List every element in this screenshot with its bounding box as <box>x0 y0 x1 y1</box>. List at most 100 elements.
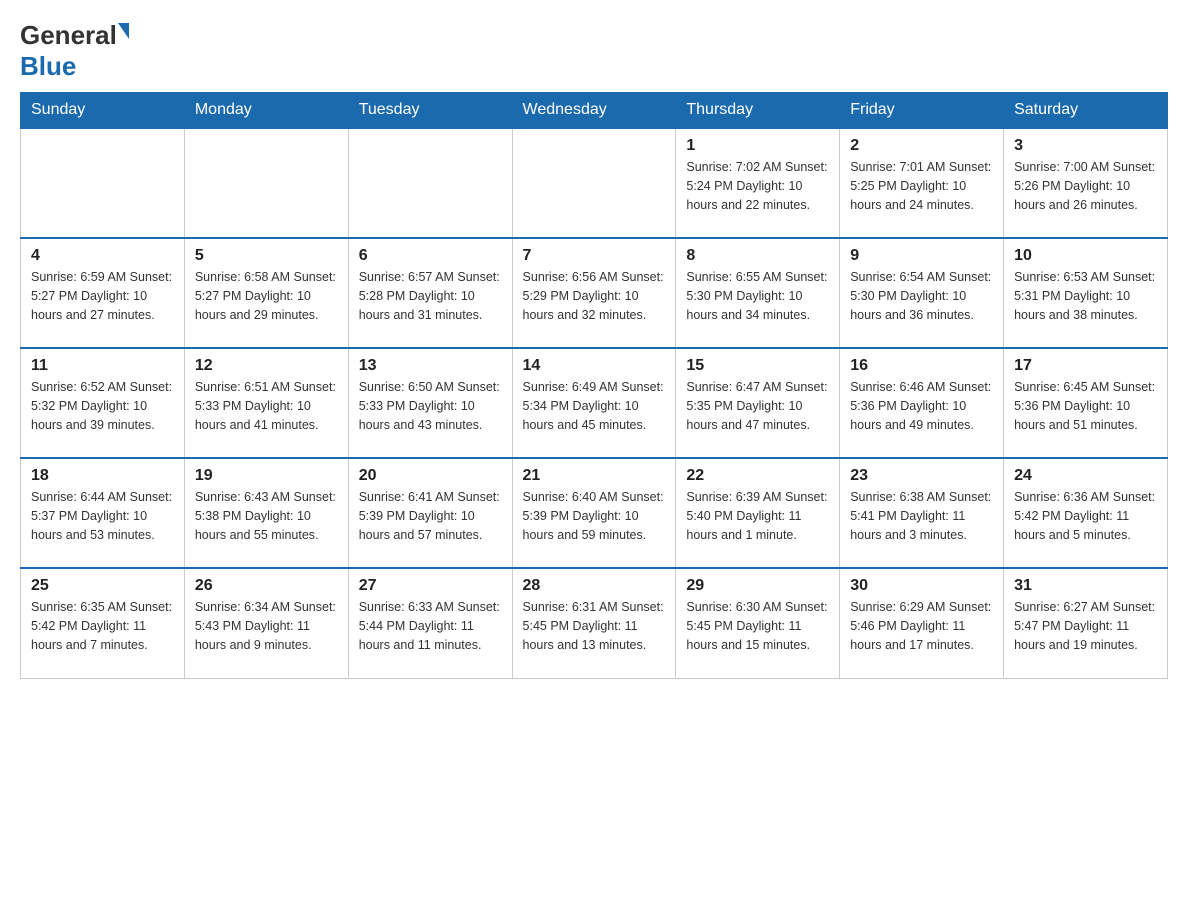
day-number: 13 <box>359 357 502 375</box>
day-number: 28 <box>523 577 666 595</box>
day-info: Sunrise: 7:01 AM Sunset: 5:25 PM Dayligh… <box>850 158 993 214</box>
calendar-day-cell: 9 Sunrise: 6:54 AM Sunset: 5:30 PM Daylig… <box>840 238 1004 348</box>
day-number: 12 <box>195 357 338 375</box>
calendar-day-cell: 8 Sunrise: 6:55 AM Sunset: 5:30 PM Daylig… <box>676 238 840 348</box>
day-number: 2 <box>850 137 993 155</box>
day-info: Sunrise: 6:39 AM Sunset: 5:40 PM Dayligh… <box>686 488 829 544</box>
day-info: Sunrise: 6:41 AM Sunset: 5:39 PM Dayligh… <box>359 488 502 544</box>
logo: General Blue <box>20 20 129 82</box>
calendar-day-cell: 7 Sunrise: 6:56 AM Sunset: 5:29 PM Daylig… <box>512 238 676 348</box>
calendar-day-cell: 12 Sunrise: 6:51 AM Sunset: 5:33 PM Dayli… <box>184 348 348 458</box>
day-number: 10 <box>1014 247 1157 265</box>
calendar-day-header: Saturday <box>1004 93 1168 129</box>
calendar-day-cell: 29 Sunrise: 6:30 AM Sunset: 5:45 PM Dayli… <box>676 568 840 678</box>
day-number: 27 <box>359 577 502 595</box>
day-number: 6 <box>359 247 502 265</box>
calendar-week-row: 1 Sunrise: 7:02 AM Sunset: 5:24 PM Daylig… <box>21 128 1168 238</box>
day-info: Sunrise: 6:45 AM Sunset: 5:36 PM Dayligh… <box>1014 378 1157 434</box>
day-number: 18 <box>31 467 174 485</box>
day-info: Sunrise: 6:35 AM Sunset: 5:42 PM Dayligh… <box>31 598 174 654</box>
calendar-day-header: Friday <box>840 93 1004 129</box>
calendar-day-cell: 22Sunrise: 6:39 AM Sunset: 5:40 PM Dayli… <box>676 458 840 568</box>
day-info: Sunrise: 6:50 AM Sunset: 5:33 PM Dayligh… <box>359 378 502 434</box>
calendar-day-cell: 28 Sunrise: 6:31 AM Sunset: 5:45 PM Dayli… <box>512 568 676 678</box>
calendar-day-cell: 5Sunrise: 6:58 AM Sunset: 5:27 PM Daylig… <box>184 238 348 348</box>
day-number: 4 <box>31 247 174 265</box>
calendar-day-header: Tuesday <box>348 93 512 129</box>
day-info: Sunrise: 6:38 AM Sunset: 5:41 PM Dayligh… <box>850 488 993 544</box>
calendar-week-row: 25Sunrise: 6:35 AM Sunset: 5:42 PM Dayli… <box>21 568 1168 678</box>
calendar-day-cell: 13 Sunrise: 6:50 AM Sunset: 5:33 PM Dayli… <box>348 348 512 458</box>
day-info: Sunrise: 6:44 AM Sunset: 5:37 PM Dayligh… <box>31 488 174 544</box>
day-info: Sunrise: 6:49 AM Sunset: 5:34 PM Dayligh… <box>523 378 666 434</box>
day-info: Sunrise: 6:52 AM Sunset: 5:32 PM Dayligh… <box>31 378 174 434</box>
day-info: Sunrise: 6:29 AM Sunset: 5:46 PM Dayligh… <box>850 598 993 654</box>
day-number: 21 <box>523 467 666 485</box>
day-number: 19 <box>195 467 338 485</box>
calendar-day-cell: 31 Sunrise: 6:27 AM Sunset: 5:47 PM Dayli… <box>1004 568 1168 678</box>
calendar-day-cell <box>512 128 676 238</box>
day-number: 5 <box>195 247 338 265</box>
calendar-day-cell: 4Sunrise: 6:59 AM Sunset: 5:27 PM Daylig… <box>21 238 185 348</box>
calendar-day-header: Monday <box>184 93 348 129</box>
calendar-day-cell: 19 Sunrise: 6:43 AM Sunset: 5:38 PM Dayli… <box>184 458 348 568</box>
day-number: 29 <box>686 577 829 595</box>
calendar-table: SundayMondayTuesdayWednesdayThursdayFrid… <box>20 92 1168 679</box>
day-number: 23 <box>850 467 993 485</box>
calendar-day-cell: 16Sunrise: 6:46 AM Sunset: 5:36 PM Dayli… <box>840 348 1004 458</box>
day-number: 31 <box>1014 577 1157 595</box>
calendar-day-cell: 2 Sunrise: 7:01 AM Sunset: 5:25 PM Daylig… <box>840 128 1004 238</box>
calendar-day-cell: 3 Sunrise: 7:00 AM Sunset: 5:26 PM Daylig… <box>1004 128 1168 238</box>
calendar-day-cell: 21 Sunrise: 6:40 AM Sunset: 5:39 PM Dayli… <box>512 458 676 568</box>
day-info: Sunrise: 6:34 AM Sunset: 5:43 PM Dayligh… <box>195 598 338 654</box>
day-number: 8 <box>686 247 829 265</box>
calendar-day-cell: 10Sunrise: 6:53 AM Sunset: 5:31 PM Dayli… <box>1004 238 1168 348</box>
day-info: Sunrise: 6:27 AM Sunset: 5:47 PM Dayligh… <box>1014 598 1157 654</box>
calendar-day-cell: 23 Sunrise: 6:38 AM Sunset: 5:41 PM Dayli… <box>840 458 1004 568</box>
day-info: Sunrise: 6:56 AM Sunset: 5:29 PM Dayligh… <box>523 268 666 324</box>
day-info: Sunrise: 6:55 AM Sunset: 5:30 PM Dayligh… <box>686 268 829 324</box>
day-info: Sunrise: 6:31 AM Sunset: 5:45 PM Dayligh… <box>523 598 666 654</box>
day-info: Sunrise: 6:40 AM Sunset: 5:39 PM Dayligh… <box>523 488 666 544</box>
day-number: 11 <box>31 357 174 375</box>
day-info: Sunrise: 6:46 AM Sunset: 5:36 PM Dayligh… <box>850 378 993 434</box>
calendar-day-cell: 17 Sunrise: 6:45 AM Sunset: 5:36 PM Dayli… <box>1004 348 1168 458</box>
calendar-day-cell: 20 Sunrise: 6:41 AM Sunset: 5:39 PM Dayli… <box>348 458 512 568</box>
day-number: 30 <box>850 577 993 595</box>
day-number: 7 <box>523 247 666 265</box>
calendar-day-cell: 30 Sunrise: 6:29 AM Sunset: 5:46 PM Dayli… <box>840 568 1004 678</box>
calendar-day-cell: 14 Sunrise: 6:49 AM Sunset: 5:34 PM Dayli… <box>512 348 676 458</box>
day-info: Sunrise: 6:51 AM Sunset: 5:33 PM Dayligh… <box>195 378 338 434</box>
day-info: Sunrise: 6:43 AM Sunset: 5:38 PM Dayligh… <box>195 488 338 544</box>
day-info: Sunrise: 6:47 AM Sunset: 5:35 PM Dayligh… <box>686 378 829 434</box>
day-number: 24 <box>1014 467 1157 485</box>
day-info: Sunrise: 7:00 AM Sunset: 5:26 PM Dayligh… <box>1014 158 1157 214</box>
day-info: Sunrise: 6:33 AM Sunset: 5:44 PM Dayligh… <box>359 598 502 654</box>
day-info: Sunrise: 7:02 AM Sunset: 5:24 PM Dayligh… <box>686 158 829 214</box>
day-number: 15 <box>686 357 829 375</box>
calendar-day-header: Sunday <box>21 93 185 129</box>
calendar-day-cell <box>21 128 185 238</box>
calendar-day-header: Wednesday <box>512 93 676 129</box>
day-number: 1 <box>686 137 829 155</box>
calendar-day-cell: 24Sunrise: 6:36 AM Sunset: 5:42 PM Dayli… <box>1004 458 1168 568</box>
calendar-day-cell: 1 Sunrise: 7:02 AM Sunset: 5:24 PM Daylig… <box>676 128 840 238</box>
calendar-day-header: Thursday <box>676 93 840 129</box>
calendar-day-cell: 11 Sunrise: 6:52 AM Sunset: 5:32 PM Dayli… <box>21 348 185 458</box>
logo-text: General Blue <box>20 20 129 82</box>
day-number: 17 <box>1014 357 1157 375</box>
calendar-day-cell: 25Sunrise: 6:35 AM Sunset: 5:42 PM Dayli… <box>21 568 185 678</box>
day-number: 14 <box>523 357 666 375</box>
calendar-day-cell: 15 Sunrise: 6:47 AM Sunset: 5:35 PM Dayli… <box>676 348 840 458</box>
day-number: 9 <box>850 247 993 265</box>
calendar-day-cell: 26Sunrise: 6:34 AM Sunset: 5:43 PM Dayli… <box>184 568 348 678</box>
calendar-header-row: SundayMondayTuesdayWednesdayThursdayFrid… <box>21 93 1168 129</box>
calendar-day-cell: 27 Sunrise: 6:33 AM Sunset: 5:44 PM Dayli… <box>348 568 512 678</box>
calendar-day-cell: 6Sunrise: 6:57 AM Sunset: 5:28 PM Daylig… <box>348 238 512 348</box>
logo-triangle-icon <box>118 23 129 39</box>
day-info: Sunrise: 6:54 AM Sunset: 5:30 PM Dayligh… <box>850 268 993 324</box>
calendar-day-cell <box>348 128 512 238</box>
day-number: 3 <box>1014 137 1157 155</box>
day-number: 20 <box>359 467 502 485</box>
day-info: Sunrise: 6:30 AM Sunset: 5:45 PM Dayligh… <box>686 598 829 654</box>
